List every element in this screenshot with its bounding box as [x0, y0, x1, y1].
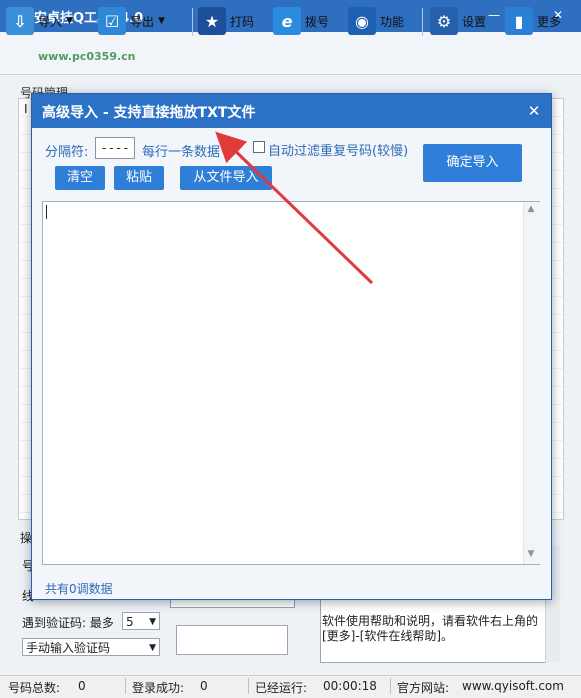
- arrow-line: [215, 131, 374, 285]
- annotation-arrow: [215, 131, 374, 285]
